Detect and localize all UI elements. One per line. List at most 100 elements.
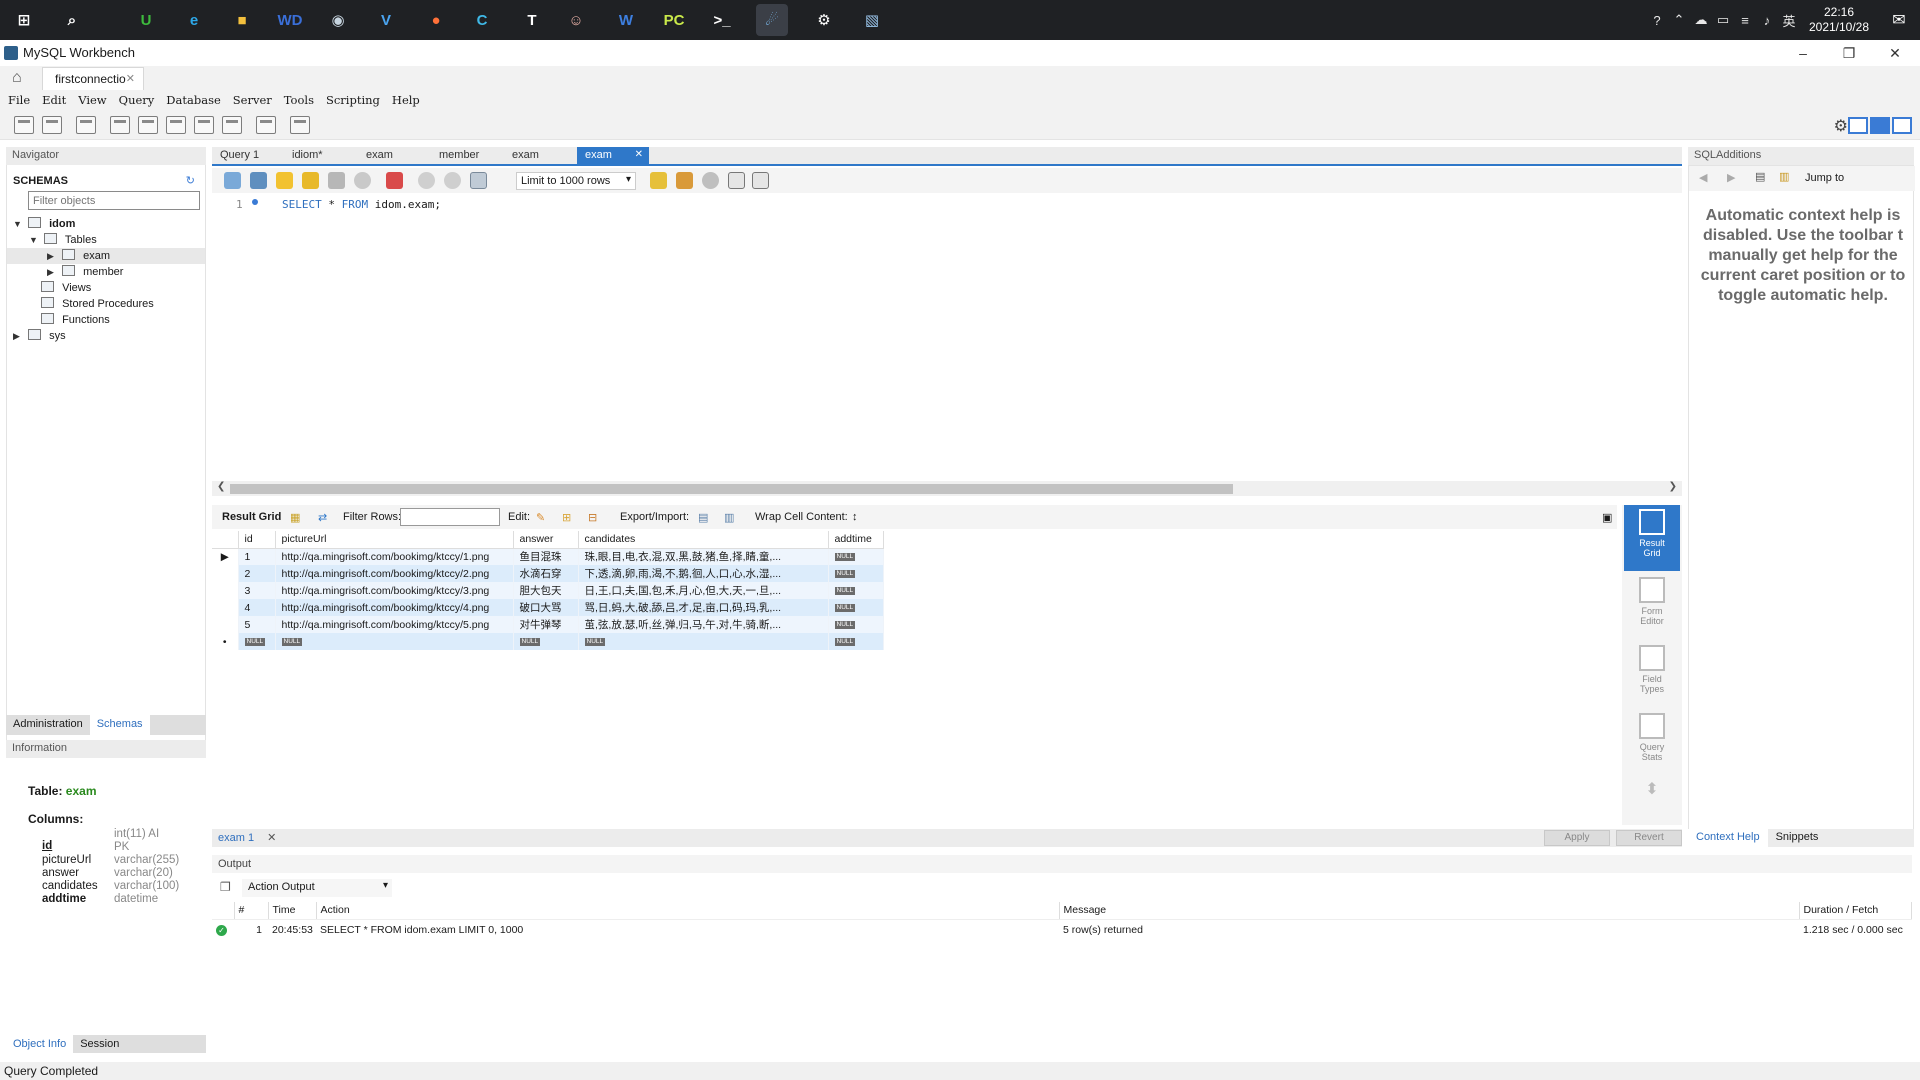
tab-member[interactable]: member: [431, 147, 504, 164]
minimize-button[interactable]: –: [1780, 40, 1826, 66]
new-row[interactable]: • NULL NULL NULL NULL NULL: [212, 633, 884, 650]
cell-id[interactable]: 2: [238, 565, 276, 582]
tab-idiom[interactable]: idiom*: [284, 147, 358, 164]
wrap-icon[interactable]: ↕: [852, 511, 858, 523]
cell-addtime[interactable]: NULL: [828, 616, 884, 633]
tree-tables[interactable]: ▼ Tables: [29, 232, 97, 248]
revert-button[interactable]: Revert: [1616, 830, 1682, 846]
start-icon[interactable]: ⊞: [8, 4, 40, 36]
cell-id[interactable]: 3: [238, 582, 276, 599]
tab-exam[interactable]: exam: [504, 147, 577, 164]
tree-views[interactable]: Views: [41, 280, 91, 296]
tab-exam[interactable]: exam: [358, 147, 431, 164]
menu-database[interactable]: Database: [166, 90, 230, 110]
typora-icon[interactable]: T: [516, 4, 548, 36]
menu-file[interactable]: File: [8, 90, 40, 110]
wrap-lines-icon[interactable]: [752, 172, 769, 189]
new-sql-tab-icon[interactable]: [14, 116, 34, 134]
refresh-icon[interactable]: ⇄: [318, 511, 327, 524]
tab-context-help[interactable]: Context Help: [1688, 829, 1768, 847]
back-icon[interactable]: ◀: [1699, 171, 1707, 184]
rollback-icon[interactable]: [444, 172, 461, 189]
ime-indicator[interactable]: 英: [1778, 11, 1800, 30]
tab-snippets[interactable]: Snippets: [1768, 829, 1827, 847]
close-window-button[interactable]: ✕: [1872, 40, 1918, 66]
steam-icon[interactable]: ◉: [322, 4, 354, 36]
connection-tab[interactable]: firstconnectio ✕: [42, 67, 144, 90]
menu-help[interactable]: Help: [392, 90, 430, 110]
expanded-triangle-icon[interactable]: ▼: [29, 232, 41, 248]
open-sql-script-icon[interactable]: [42, 116, 62, 134]
scroll-right-icon[interactable]: ❯: [1669, 481, 1677, 492]
save-icon[interactable]: [250, 172, 267, 189]
auto-help-icon[interactable]: ▥: [1779, 170, 1789, 183]
tab-schemas[interactable]: Schemas: [89, 715, 150, 735]
cell-pictureurl[interactable]: http://qa.mingrisoft.com/bookimg/ktccy/5…: [275, 616, 514, 633]
restore-button[interactable]: ❐: [1826, 40, 1872, 66]
inspector-icon[interactable]: [76, 116, 96, 134]
manual-help-icon[interactable]: ▤: [1755, 170, 1765, 183]
tree-schema-sys[interactable]: ▶ sys: [13, 328, 66, 344]
delete-row-icon[interactable]: ⊟: [588, 511, 597, 524]
jump-to-label[interactable]: Jump to: [1805, 172, 1844, 184]
sql-statement[interactable]: SELECT * FROM idom.exam;: [282, 198, 441, 211]
explain-icon[interactable]: [328, 172, 345, 189]
cell-id[interactable]: 5: [238, 616, 276, 633]
collapsed-triangle-icon[interactable]: ▶: [47, 264, 59, 280]
cell-addtime[interactable]: NULL: [828, 599, 884, 616]
collapsed-triangle-icon[interactable]: ▶: [13, 328, 25, 344]
tree-stored-procedures[interactable]: Stored Procedures: [41, 296, 154, 312]
menu-server[interactable]: Server: [233, 90, 282, 110]
stop-icon[interactable]: [354, 172, 371, 189]
column-header-duration[interactable]: Duration / Fetch: [1799, 902, 1912, 920]
toggle-panel-icon[interactable]: ▣: [1602, 511, 1612, 524]
create-function-icon[interactable]: [222, 116, 242, 134]
cell-answer[interactable]: 破口大骂: [513, 599, 579, 616]
chevron-up-icon[interactable]: ⌃: [1668, 12, 1690, 28]
app-icon[interactable]: ▧: [856, 4, 888, 36]
battery-icon[interactable]: ▭: [1712, 12, 1734, 28]
toggle-secondary-sidebar-icon[interactable]: [1892, 117, 1912, 134]
close-icon[interactable]: ✕: [635, 149, 643, 160]
volume-icon[interactable]: ♪: [1756, 13, 1778, 28]
scroll-left-icon[interactable]: ❮: [217, 481, 225, 492]
cell-pictureurl[interactable]: http://qa.mingrisoft.com/bookimg/ktccy/3…: [275, 582, 514, 599]
collapsed-triangle-icon[interactable]: ▶: [47, 248, 59, 264]
side-tab-result-grid[interactable]: Result Grid: [1624, 505, 1680, 571]
result-tab-exam-1[interactable]: exam 1 ✕: [218, 831, 276, 844]
toggle-error-icon[interactable]: [386, 172, 403, 189]
column-header-action[interactable]: Action: [316, 902, 1060, 920]
tab-session[interactable]: Session: [73, 1035, 126, 1053]
tree-functions[interactable]: Functions: [41, 312, 110, 328]
help-icon[interactable]: ?: [1646, 13, 1668, 28]
table-row[interactable]: 2 http://qa.mingrisoft.com/bookimg/ktccy…: [212, 565, 884, 582]
side-tab-field-types[interactable]: Field Types: [1624, 641, 1680, 707]
notification-icon[interactable]: ✉: [1878, 10, 1920, 30]
column-header-num[interactable]: #: [234, 902, 269, 920]
column-header-time[interactable]: Time: [268, 902, 317, 920]
menu-tools[interactable]: Tools: [284, 90, 324, 110]
explorer-icon[interactable]: ■: [226, 4, 258, 36]
cell-addtime[interactable]: NULL: [828, 565, 884, 582]
settings-icon[interactable]: ⚙: [808, 4, 840, 36]
menu-query[interactable]: Query: [119, 90, 165, 110]
output-type-select[interactable]: Action Output: [242, 879, 392, 897]
cell-addtime[interactable]: NULL: [828, 633, 884, 650]
table-row[interactable]: 3 http://qa.mingrisoft.com/bookimg/ktccy…: [212, 582, 884, 599]
terminal-icon[interactable]: >_: [706, 4, 738, 36]
cell-candidates[interactable]: NULL: [578, 633, 829, 650]
search-table-data-icon[interactable]: [256, 116, 276, 134]
result-grid-label[interactable]: Result Grid: [222, 511, 281, 523]
create-schema-icon[interactable]: [110, 116, 130, 134]
c-app-icon[interactable]: C: [466, 4, 498, 36]
edge-icon[interactable]: e: [178, 4, 210, 36]
tab-administration[interactable]: Administration: [6, 715, 90, 735]
column-header-message[interactable]: Message: [1059, 902, 1800, 920]
wifi-icon[interactable]: ≡: [1734, 13, 1756, 28]
side-tab-form-editor[interactable]: Form Editor: [1624, 573, 1680, 639]
create-view-icon[interactable]: [166, 116, 186, 134]
commit-icon[interactable]: [418, 172, 435, 189]
toggle-sidebar-icon[interactable]: [1848, 117, 1868, 134]
find-icon[interactable]: [702, 172, 719, 189]
cell-answer[interactable]: 对牛弹琴: [513, 616, 579, 633]
